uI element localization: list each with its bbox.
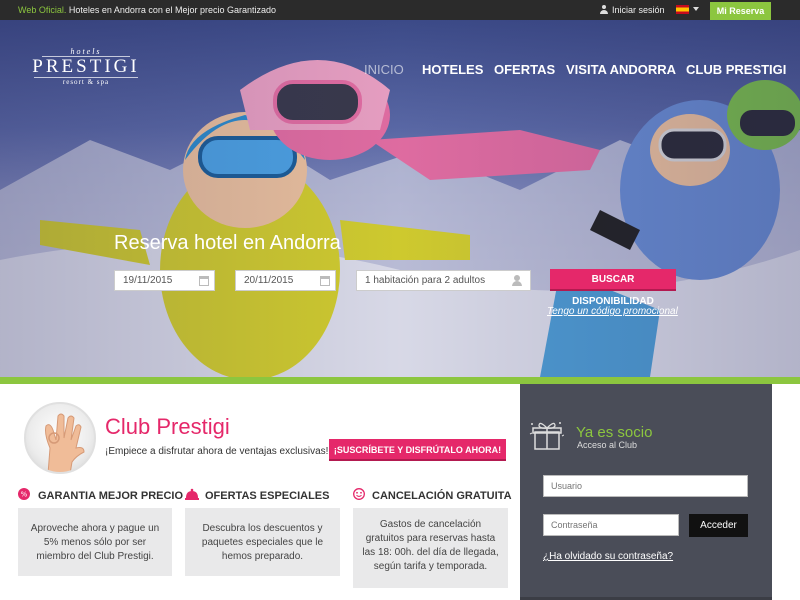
member-title: Ya es socio xyxy=(576,424,653,441)
nav-inicio[interactable]: INICIO xyxy=(364,62,404,77)
gift-icon xyxy=(529,422,564,450)
booking-title: Reserva hotel en Andorra xyxy=(114,232,341,254)
subscribe-button[interactable]: ¡SUSCRÍBETE Y DISFRÚTALO AHORA! xyxy=(329,439,506,461)
club-subtitle: ¡Empiece a disfrutar ahora de ventajas e… xyxy=(105,446,329,457)
mi-reserva-button[interactable]: Mi Reserva xyxy=(710,2,771,20)
feature-box-best-price: Aproveche ahora y pague un 5% menos sólo… xyxy=(18,508,172,576)
club-title: Club Prestigi xyxy=(105,414,230,439)
smiley-icon xyxy=(353,488,365,500)
feature-box-free-cancellation: Gastos de cancelación gratuitos para res… xyxy=(353,508,508,588)
spain-flag-icon xyxy=(676,5,689,14)
hero-banner: hotels PRESTIGI resort & spa INICIO HOTE… xyxy=(0,20,800,377)
svg-text:%: % xyxy=(21,491,28,499)
member-subtitle: Acceso al Club xyxy=(577,440,638,450)
tagline: Hoteles en Andorra con el Mejor precio G… xyxy=(68,5,276,15)
rooms-value: 1 habitación para 2 adultos xyxy=(365,275,486,286)
site-logo[interactable]: hotels PRESTIGI resort & spa xyxy=(30,47,142,87)
ok-hand-icon xyxy=(45,413,85,472)
green-divider xyxy=(0,377,800,384)
login-submit-button[interactable]: Acceder xyxy=(689,514,748,537)
calendar-icon xyxy=(320,276,330,286)
nav-hoteles[interactable]: HOTELES xyxy=(422,62,483,77)
nav-club-prestigi[interactable]: CLUB PRESTIGI xyxy=(686,62,786,77)
checkin-field[interactable]: 19/11/2015 xyxy=(114,270,215,291)
calendar-icon xyxy=(199,276,209,286)
username-input[interactable] xyxy=(543,475,748,497)
login-label: Iniciar sesión xyxy=(612,5,665,15)
checkin-value: 19/11/2015 xyxy=(123,275,173,286)
language-selector[interactable] xyxy=(676,5,699,15)
cloche-icon xyxy=(185,488,199,500)
logo-name: PRESTIGI xyxy=(32,56,140,77)
logo-sub: resort & spa xyxy=(34,77,138,87)
nav-visita-andorra[interactable]: VISITA ANDORRA xyxy=(566,62,676,77)
price-tag-icon: % xyxy=(18,488,30,500)
top-bar: Web Oficial. Hoteles en Andorra con el M… xyxy=(0,0,800,20)
forgot-password-link[interactable]: ¿Ha olvidado su contraseña? xyxy=(543,551,673,562)
feature-title-free-cancellation: CANCELACIÓN GRATUITA xyxy=(372,490,512,502)
nav-ofertas[interactable]: OFERTAS xyxy=(494,62,555,77)
ok-hand-image xyxy=(24,402,96,474)
login-link[interactable]: Iniciar sesión xyxy=(600,5,665,15)
chevron-down-icon xyxy=(693,7,699,11)
person-icon xyxy=(512,275,522,286)
search-availability-button[interactable]: BUSCAR DISPONIBILIDAD xyxy=(550,269,676,307)
promo-code-link[interactable]: Tengo un código promocional xyxy=(547,306,678,317)
checkout-field[interactable]: 20/11/2015 xyxy=(235,270,336,291)
user-icon xyxy=(600,5,608,14)
official-notice: Web Oficial. Hoteles en Andorra con el M… xyxy=(18,5,276,15)
rooms-field[interactable]: 1 habitación para 2 adultos xyxy=(356,270,531,291)
password-input[interactable] xyxy=(543,514,679,536)
official-label: Web Oficial. xyxy=(18,5,67,15)
feature-title-special-offers: OFERTAS ESPECIALES xyxy=(205,490,330,502)
checkout-value: 20/11/2015 xyxy=(244,275,294,286)
feature-title-best-price: GARANTIA MEJOR PRECIO xyxy=(38,490,184,502)
feature-box-special-offers: Descubra los descuentos y paquetes espec… xyxy=(185,508,340,576)
